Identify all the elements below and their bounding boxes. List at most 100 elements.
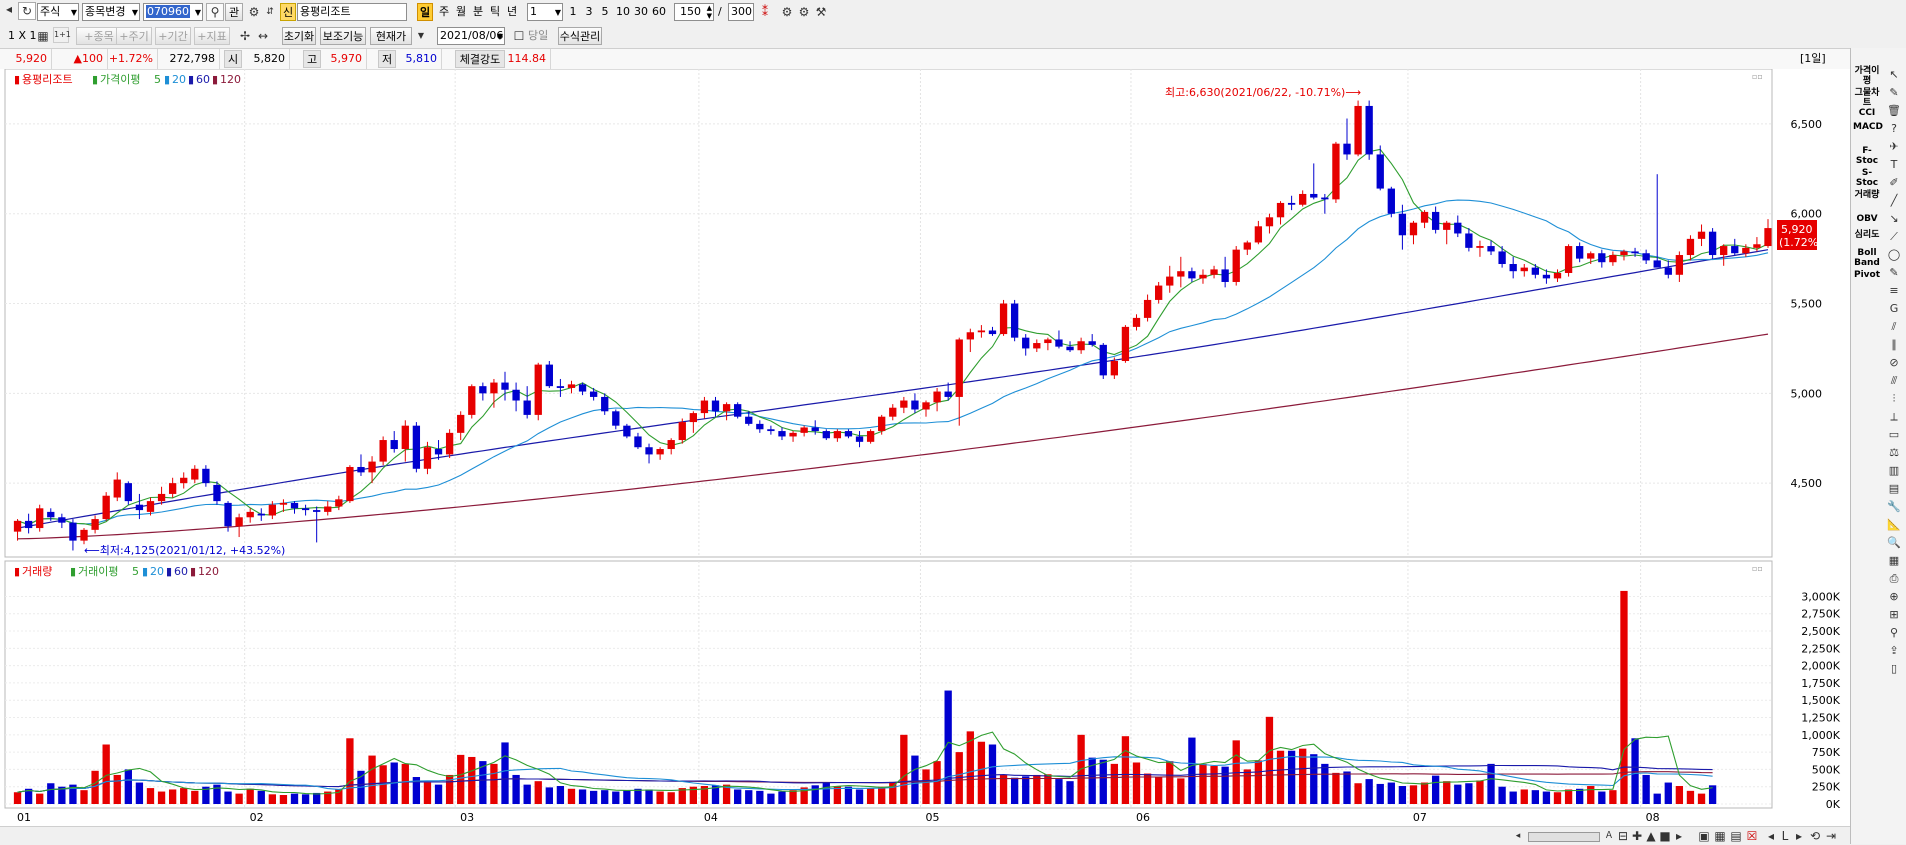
- fibo-icon[interactable]: ≡: [1887, 284, 1901, 298]
- settings-icon[interactable]: ⚙: [246, 3, 262, 21]
- indicator-fstoc[interactable]: F-Stoc: [1853, 146, 1881, 166]
- stepper-icon[interactable]: ▲ ▼: [707, 4, 712, 20]
- close-icon[interactable]: ☒: [1745, 827, 1759, 845]
- channel-icon[interactable]: ⫽: [1887, 320, 1901, 334]
- trend-icon[interactable]: ⟋: [1887, 230, 1901, 244]
- config-icon[interactable]: ⚙: [797, 3, 811, 21]
- recall-icon[interactable]: ↻: [18, 2, 36, 20]
- indicator-cci[interactable]: CCI: [1853, 108, 1881, 118]
- split-icon[interactable]: 1+1: [53, 27, 71, 43]
- credit-button[interactable]: 신: [280, 3, 296, 21]
- chart-type-icon[interactable]: ⫶: [1887, 392, 1901, 406]
- zoom-out-icon[interactable]: Ａ: [1603, 827, 1615, 845]
- line-icon[interactable]: L: [1779, 827, 1791, 845]
- bar-chart-icon[interactable]: ▥: [1887, 464, 1901, 478]
- table-icon[interactable]: ▦: [1713, 827, 1727, 845]
- minus-icon[interactable]: ⊟: [1617, 827, 1629, 845]
- pencil-icon[interactable]: ✐: [1887, 176, 1901, 190]
- stock-name-field[interactable]: 용평리조트: [297, 3, 407, 21]
- period-tick[interactable]: 틱: [488, 3, 502, 21]
- gear-icon[interactable]: ⚙: [780, 3, 794, 21]
- indicator-net[interactable]: 그물차트: [1853, 88, 1881, 108]
- indicator-bollinger[interactable]: Boll Band: [1853, 248, 1881, 268]
- screen-icon[interactable]: ▣: [1697, 827, 1711, 845]
- wrench-icon[interactable]: 🔧: [1887, 500, 1901, 514]
- add-range-button[interactable]: +기간: [155, 27, 191, 45]
- help-icon[interactable]: ?: [1887, 122, 1901, 136]
- crosshair-icon[interactable]: ✢: [238, 27, 252, 45]
- reset-button[interactable]: 초기화: [282, 27, 316, 45]
- doc-icon[interactable]: ▯: [1887, 662, 1901, 676]
- play-icon[interactable]: ▲: [1645, 827, 1657, 845]
- search-icon[interactable]: ⚲: [206, 3, 224, 21]
- next-icon[interactable]: ▸: [1673, 827, 1685, 845]
- stock-code-input[interactable]: 070960 ▼: [143, 3, 203, 21]
- indicator-macd[interactable]: MACD: [1853, 122, 1883, 132]
- layout-label[interactable]: 1 X 1: [8, 27, 37, 45]
- volume-panel-maximize-icon[interactable]: ▫▫: [1752, 564, 1763, 573]
- indicator-obv[interactable]: OBV: [1853, 214, 1881, 224]
- interval-1[interactable]: 1: [567, 3, 579, 21]
- indicator-volume[interactable]: 거래량: [1853, 190, 1881, 200]
- date-picker[interactable]: 2021/08/06 ▼: [437, 27, 505, 45]
- text-icon[interactable]: T: [1887, 158, 1901, 172]
- zoom-in-icon[interactable]: ⊕: [1887, 590, 1901, 604]
- interval-5[interactable]: 5: [599, 3, 611, 21]
- back-icon[interactable]: ◂: [1765, 827, 1777, 845]
- ray-icon[interactable]: ↘: [1887, 212, 1901, 226]
- pattern-icon[interactable]: ⊘: [1887, 356, 1901, 370]
- line-draw-icon[interactable]: ╱: [1887, 194, 1901, 208]
- plus-icon[interactable]: ✚: [1631, 827, 1643, 845]
- auto-icon[interactable]: ⟂: [1887, 410, 1901, 424]
- formula-manage-button[interactable]: 수식관리: [558, 27, 602, 45]
- period-day-button[interactable]: 일: [417, 3, 433, 21]
- forward-icon[interactable]: ▸: [1793, 827, 1805, 845]
- count-total-field[interactable]: 300: [728, 3, 754, 21]
- move-icon[interactable]: ↔: [256, 27, 270, 45]
- layout-icon[interactable]: ▤: [1729, 827, 1743, 845]
- interval-10[interactable]: 10: [615, 3, 631, 21]
- change-stock-select[interactable]: 종목변경 ▼: [82, 3, 140, 21]
- zoom-icon[interactable]: ⁑: [758, 3, 772, 21]
- volume-panel[interactable]: 3,000K 2,750K 2,500K 2,250K 2,000K 1,750K 1,50…: [4, 560, 1841, 811]
- gann-icon[interactable]: G: [1887, 302, 1901, 316]
- grid-table-icon[interactable]: ▦: [1887, 554, 1901, 568]
- period-year[interactable]: 년: [505, 3, 519, 21]
- trash-icon[interactable]: 🗑: [1887, 104, 1901, 118]
- watch-button[interactable]: 관: [225, 3, 243, 21]
- stop-icon[interactable]: ■: [1659, 827, 1671, 845]
- indicator-sstoc[interactable]: S-Stoc: [1853, 168, 1881, 188]
- indicator-ma[interactable]: 가격이평: [1853, 66, 1881, 86]
- chevron-down-icon[interactable]: ▼: [415, 27, 427, 45]
- indicator-pivot[interactable]: Pivot: [1853, 270, 1881, 280]
- ruler-icon[interactable]: 📐: [1887, 518, 1901, 532]
- interval-3[interactable]: 3: [583, 3, 595, 21]
- search-chart-icon[interactable]: ⚲: [1887, 626, 1901, 640]
- compare-icon[interactable]: ⚖: [1887, 446, 1901, 460]
- scroll-thumb[interactable]: [1528, 832, 1600, 842]
- updown-icon[interactable]: ⇵: [264, 3, 276, 21]
- window-icon[interactable]: ▭: [1887, 428, 1901, 442]
- interval-60[interactable]: 60: [651, 3, 667, 21]
- pin-icon[interactable]: ✈: [1887, 140, 1901, 154]
- save-icon[interactable]: ▤: [1887, 482, 1901, 496]
- price-type-button[interactable]: 현재가: [370, 27, 412, 45]
- cycle-icon[interactable]: ∥: [1887, 338, 1901, 352]
- zoom-box-icon[interactable]: ⊞: [1887, 608, 1901, 622]
- period-month[interactable]: 월: [454, 3, 468, 21]
- add-indicator-button[interactable]: +지표: [194, 27, 230, 45]
- end-icon[interactable]: ⇥: [1825, 827, 1837, 845]
- brush-icon[interactable]: ✎: [1887, 266, 1901, 280]
- price-panel[interactable]: 6,500 6,000 5,500 5,000 4,500 ▮ 용평리조트 ▮ 가격이평…: [4, 69, 1823, 558]
- add-period-button[interactable]: +주기: [116, 27, 152, 45]
- interval-select[interactable]: 1 ▼: [527, 3, 563, 21]
- circle-icon[interactable]: ◯: [1887, 248, 1901, 262]
- indicator-psy[interactable]: 심리도: [1853, 230, 1881, 240]
- count-input[interactable]: 150 ▲ ▼: [674, 3, 714, 21]
- chart-area[interactable]: 6,500 6,000 5,500 5,000 4,500 ▮ 용평리조트 ▮ 가격이평…: [0, 69, 1850, 826]
- scroll-left-icon[interactable]: ◂: [1512, 827, 1524, 845]
- export-icon[interactable]: ⇪: [1887, 644, 1901, 658]
- tools-icon[interactable]: ⚒: [814, 3, 828, 21]
- fan-icon[interactable]: ⫻: [1887, 374, 1901, 388]
- interval-30[interactable]: 30: [633, 3, 649, 21]
